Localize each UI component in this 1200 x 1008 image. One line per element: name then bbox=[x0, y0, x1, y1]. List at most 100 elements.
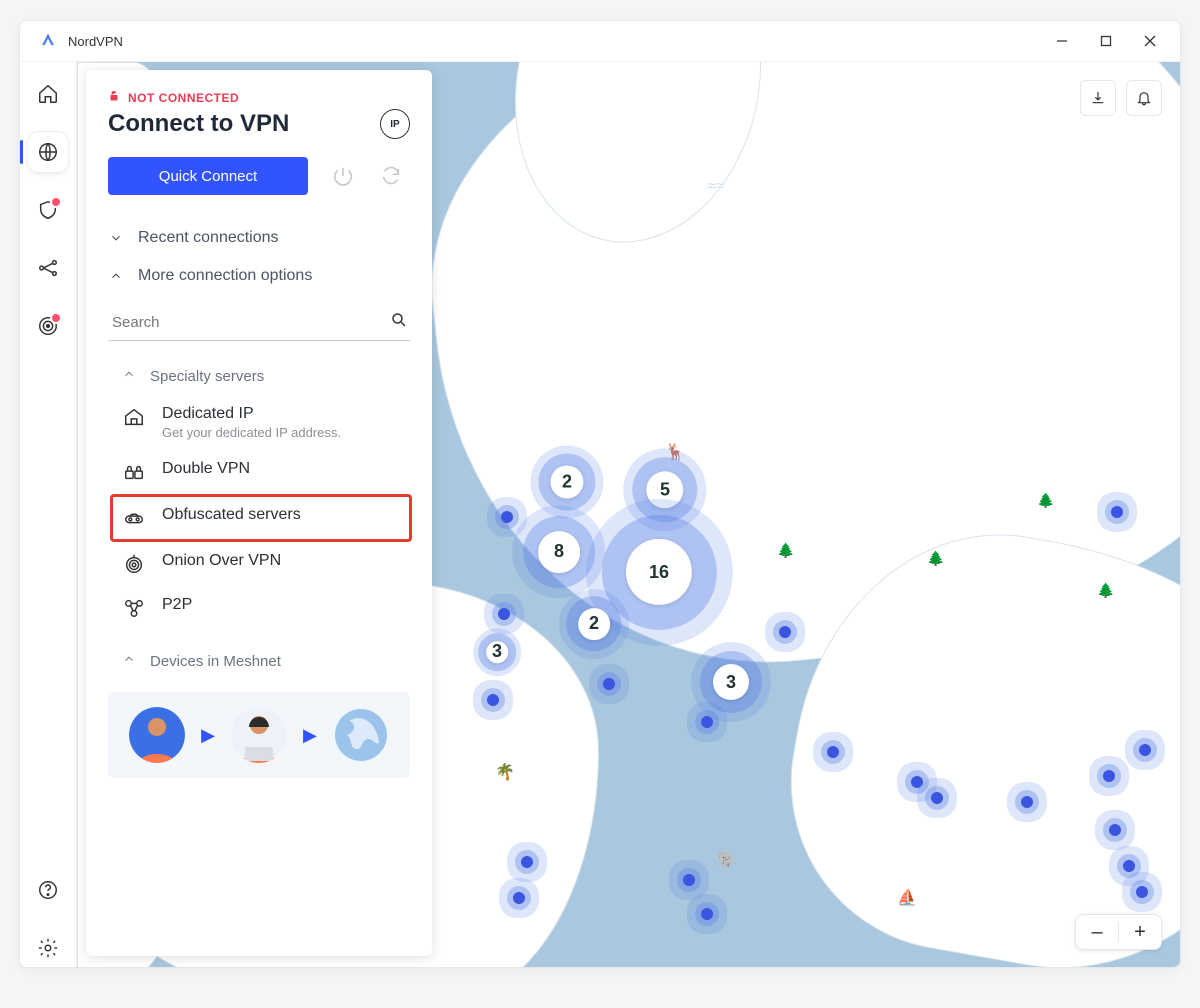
map-cluster[interactable]: 2 bbox=[550, 465, 583, 498]
tree-icon: 🌲 bbox=[777, 542, 794, 559]
map-server-node[interactable] bbox=[1111, 506, 1123, 518]
nav-help[interactable] bbox=[28, 870, 68, 910]
server-label: Obfuscated servers bbox=[162, 506, 301, 524]
map-server-node[interactable] bbox=[701, 716, 713, 728]
map-cluster[interactable]: 16 bbox=[626, 539, 692, 605]
window-maximize-button[interactable] bbox=[1084, 21, 1128, 61]
meshnet-promo[interactable]: ▶ ▶ bbox=[86, 680, 432, 790]
map-cluster[interactable]: 2 bbox=[578, 608, 610, 640]
arrow-icon: ▶ bbox=[201, 725, 215, 746]
server-label: P2P bbox=[162, 596, 192, 614]
cluster-count: 3 bbox=[713, 664, 749, 700]
map-server-node[interactable] bbox=[1123, 860, 1135, 872]
tree-icon: 🌲 bbox=[1097, 582, 1114, 599]
server-onion[interactable]: Onion Over VPN bbox=[86, 542, 432, 586]
map-server-node[interactable] bbox=[779, 626, 791, 638]
specialty-servers-label: Specialty servers bbox=[150, 368, 264, 385]
download-button[interactable] bbox=[1080, 80, 1116, 116]
map-cluster[interactable]: 3 bbox=[486, 641, 508, 663]
server-label: Onion Over VPN bbox=[162, 552, 281, 570]
cluster-count: 2 bbox=[578, 608, 610, 640]
quick-connect-button[interactable]: Quick Connect bbox=[108, 157, 308, 195]
nav-settings[interactable] bbox=[28, 928, 68, 968]
recent-connections-label: Recent connections bbox=[138, 229, 279, 247]
recent-connections-toggle[interactable]: Recent connections bbox=[108, 213, 410, 263]
server-double-vpn[interactable]: Double VPN bbox=[86, 450, 432, 494]
window-close-button[interactable] bbox=[1128, 21, 1172, 61]
app-window: NordVPN 🌲 🌲 bbox=[19, 20, 1181, 968]
more-options-toggle[interactable]: More connection options bbox=[108, 263, 410, 301]
server-list-scroll[interactable]: Specialty servers Dedicated IP Get your … bbox=[86, 353, 432, 956]
notifications-button[interactable] bbox=[1126, 80, 1162, 116]
boat-icon: ⛵ bbox=[897, 888, 917, 908]
map-server-node[interactable] bbox=[487, 694, 499, 706]
notification-dot-icon bbox=[50, 196, 62, 208]
server-sublabel: Get your dedicated IP address. bbox=[162, 425, 341, 440]
connection-status: NOT CONNECTED bbox=[108, 90, 410, 105]
cluster-count: 2 bbox=[550, 465, 583, 498]
server-label: Double VPN bbox=[162, 460, 250, 478]
map-cluster[interactable]: 8 bbox=[538, 531, 580, 573]
panel-heading: Connect to VPN bbox=[108, 110, 289, 138]
map-server-node[interactable] bbox=[827, 746, 839, 758]
map-server-node[interactable] bbox=[701, 908, 713, 920]
elephant-icon: 🐘 bbox=[717, 850, 737, 870]
meshnet-devices-label: Devices in Meshnet bbox=[150, 653, 281, 670]
nav-meshnet[interactable] bbox=[28, 248, 68, 288]
map-server-node[interactable] bbox=[521, 856, 533, 868]
map-server-node[interactable] bbox=[603, 678, 615, 690]
server-p2p[interactable]: P2P bbox=[86, 586, 432, 630]
chevron-up-icon bbox=[122, 652, 136, 670]
notification-dot-icon bbox=[50, 312, 62, 324]
avatar-icon bbox=[129, 707, 185, 763]
tree-icon: 🌲 bbox=[927, 550, 944, 567]
mask-icon bbox=[122, 506, 146, 530]
map-server-node[interactable] bbox=[683, 874, 695, 886]
titlebar: NordVPN bbox=[20, 21, 1180, 62]
server-search[interactable] bbox=[108, 305, 410, 341]
ip-info-button[interactable]: IP bbox=[380, 109, 410, 139]
map-server-node[interactable] bbox=[931, 792, 943, 804]
nav-home[interactable] bbox=[28, 74, 68, 114]
zoom-out-button[interactable]: – bbox=[1076, 915, 1118, 949]
server-label: Dedicated IP bbox=[162, 405, 341, 423]
house-icon bbox=[122, 405, 146, 429]
reconnect-button[interactable] bbox=[378, 163, 404, 189]
unlock-icon bbox=[108, 90, 120, 105]
meshnet-illustration: ▶ ▶ bbox=[108, 692, 410, 778]
p2p-icon bbox=[122, 596, 146, 620]
specialty-servers-toggle[interactable]: Specialty servers bbox=[86, 353, 432, 395]
zoom-in-button[interactable]: + bbox=[1119, 915, 1161, 949]
chevron-up-icon bbox=[122, 367, 136, 385]
server-obfuscated[interactable]: Obfuscated servers bbox=[112, 496, 410, 540]
server-dedicated-ip[interactable]: Dedicated IP Get your dedicated IP addre… bbox=[86, 395, 432, 450]
cluster-count: 8 bbox=[538, 531, 580, 573]
window-minimize-button[interactable] bbox=[1040, 21, 1084, 61]
map-server-node[interactable] bbox=[911, 776, 923, 788]
nav-dark-web[interactable] bbox=[28, 306, 68, 346]
map-server-node[interactable] bbox=[498, 608, 510, 620]
app-title: NordVPN bbox=[68, 34, 123, 49]
map-server-node[interactable] bbox=[1136, 886, 1148, 898]
nav-vpn[interactable] bbox=[28, 132, 68, 172]
map-cluster[interactable]: 3 bbox=[713, 664, 749, 700]
chevron-down-icon bbox=[108, 230, 124, 246]
map-zoom-control: – + bbox=[1075, 914, 1162, 950]
map-server-node[interactable] bbox=[1103, 770, 1115, 782]
map-server-node[interactable] bbox=[1021, 796, 1033, 808]
search-input[interactable] bbox=[110, 313, 390, 332]
chevron-up-icon bbox=[108, 268, 124, 284]
map-server-node[interactable] bbox=[513, 892, 525, 904]
globe-icon bbox=[333, 707, 389, 763]
cluster-count: 16 bbox=[626, 539, 692, 605]
map-server-node[interactable] bbox=[1109, 824, 1121, 836]
more-options-label: More connection options bbox=[138, 267, 312, 285]
meshnet-devices-toggle[interactable]: Devices in Meshnet bbox=[86, 638, 432, 680]
map-server-node[interactable] bbox=[1139, 744, 1151, 756]
nav-threat-protection[interactable] bbox=[28, 190, 68, 230]
tree-icon: 🌲 bbox=[1037, 492, 1054, 509]
onion-icon bbox=[122, 552, 146, 576]
map-server-node[interactable] bbox=[501, 511, 513, 523]
cluster-count: 3 bbox=[486, 641, 508, 663]
pause-button[interactable] bbox=[330, 163, 356, 189]
